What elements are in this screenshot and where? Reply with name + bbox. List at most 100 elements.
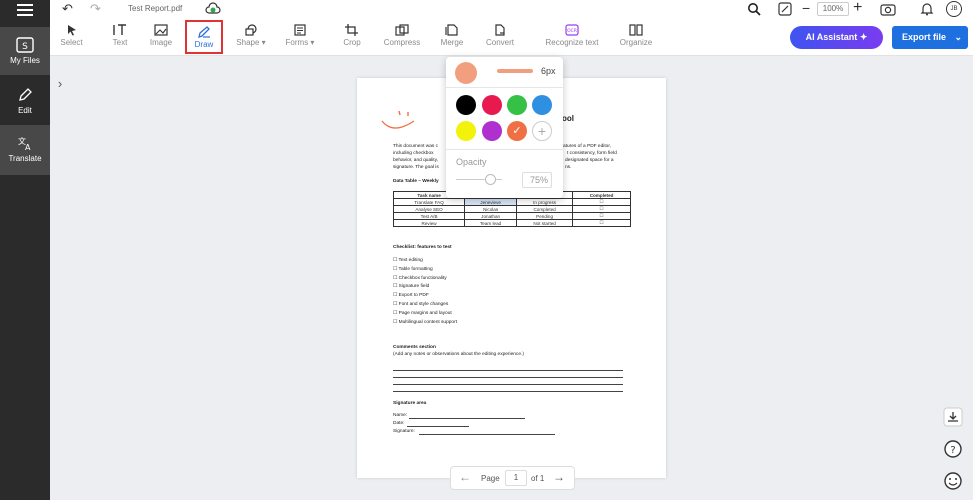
sparkle-icon: ✦ [859, 32, 868, 42]
intro-line: atures of a PDF editor, [563, 144, 611, 149]
export-label: Export file [902, 32, 947, 42]
menu-icon[interactable] [17, 4, 33, 17]
doc-title-fragment: ool [562, 114, 574, 123]
avatar[interactable]: JB [946, 1, 962, 17]
download-tray-icon[interactable] [942, 406, 964, 428]
tool-crop[interactable]: Crop [338, 20, 366, 54]
tool-convert[interactable]: Convert [481, 20, 519, 54]
chevron-down-icon: ▾ [308, 38, 315, 47]
sidebar-item-my-files[interactable]: S My Files [0, 27, 50, 75]
checklist-item[interactable]: ☐ Page margins and layout [393, 311, 452, 317]
selected-color-swatch[interactable] [455, 62, 477, 84]
pen-icon [19, 88, 32, 101]
tool-label: Crop [343, 38, 361, 47]
tool-merge[interactable]: Merge [437, 20, 467, 54]
comments-title: Comments section [393, 345, 436, 350]
table-row: Review Team lead Not started ☐ [392, 219, 631, 227]
feedback-icon[interactable] [942, 470, 964, 492]
checklist-item[interactable]: ☐ Checkbox functionality [393, 276, 447, 282]
table-row: Translate FAQ Jenevieve In progress ☐ [392, 198, 631, 206]
undo-icon[interactable]: ↶ [62, 1, 73, 17]
cursor-icon [67, 25, 76, 36]
stroke-width-preview [497, 69, 533, 73]
tool-text[interactable]: Text [105, 20, 135, 54]
file-name[interactable]: Test Report.pdf [128, 4, 182, 13]
intro-line: designated space for a [565, 158, 614, 163]
prev-page-icon[interactable]: ← [459, 470, 471, 484]
tool-organize[interactable]: Organize [616, 20, 656, 54]
organize-icon [629, 24, 643, 36]
tool-forms[interactable]: Forms ▾ [280, 20, 320, 54]
chevron-down-icon: ▾ [259, 38, 266, 47]
redo-icon[interactable]: ↷ [90, 1, 101, 17]
comment-line [393, 391, 623, 392]
tool-recognize-text[interactable]: OCR Recognize text [543, 20, 601, 54]
help-icon[interactable]: ? [942, 438, 964, 460]
left-sidebar: S My Files Edit 文A Translate [0, 0, 50, 500]
translate-icon: 文A [18, 136, 31, 151]
tool-label: Compress [383, 38, 421, 47]
checklist-item[interactable]: ☐ Signature field [393, 284, 429, 290]
tool-draw[interactable]: Draw [185, 20, 223, 54]
intro-line: behavior, and quality, [393, 158, 438, 163]
tool-label: Forms [285, 38, 309, 47]
signature-title: Signature area [393, 401, 427, 406]
tool-shape[interactable]: Shape ▾ [232, 20, 270, 54]
checklist-item[interactable]: ☐ Text editing [393, 258, 423, 264]
checklist-item[interactable]: ☐ Multilingual content support [393, 320, 457, 326]
page-input[interactable]: 1 [505, 470, 527, 486]
search-icon[interactable] [747, 2, 761, 16]
fit-page-icon[interactable] [778, 2, 792, 16]
stroke-width-value[interactable]: 6px [541, 66, 556, 76]
tool-label: Text [112, 38, 128, 47]
zoom-out-button[interactable]: − [802, 0, 810, 16]
name-label: Name: [393, 413, 408, 418]
zoom-level[interactable]: 100% [817, 2, 849, 16]
checklist-item[interactable]: ☐ Export to PDF [393, 293, 429, 299]
date-label: Date: [393, 421, 405, 426]
color-blue[interactable] [532, 95, 552, 115]
checklist-item[interactable]: ☐ Table formatting [393, 267, 433, 273]
camera-icon[interactable] [880, 2, 896, 16]
table-header: Completed [572, 191, 631, 199]
checklist-item[interactable]: ☐ Font and style changes [393, 302, 448, 308]
color-black[interactable] [456, 95, 476, 115]
sidebar-item-translate[interactable]: 文A Translate [0, 125, 50, 175]
tool-label: Shape [236, 38, 260, 47]
sidebar-item-edit[interactable]: Edit [0, 77, 50, 125]
draw-settings-popup: 6px ✓ + Opacity 75% [446, 57, 563, 198]
tool-image[interactable]: Image [146, 20, 176, 54]
panel-expand-chevron-icon[interactable]: › [50, 73, 70, 95]
merge-icon [445, 24, 458, 36]
date-line [407, 426, 469, 427]
tool-label: Draw [194, 40, 214, 49]
opacity-slider-handle[interactable] [485, 174, 496, 185]
svg-text:A: A [25, 143, 31, 151]
chevron-down-icon: ⌄ [954, 32, 962, 42]
intro-line: This document was c [393, 144, 439, 149]
image-icon [154, 24, 168, 36]
tool-label: Recognize text [545, 38, 599, 47]
signature-line [419, 434, 555, 435]
color-red[interactable] [482, 95, 502, 115]
opacity-value[interactable]: 75% [522, 172, 552, 188]
ai-assistant-button[interactable]: AI Assistant ✦ [790, 26, 883, 49]
shape-icon [245, 24, 257, 36]
title-bar: ↶ ↷ Test Report.pdf − 100% + JB [50, 0, 973, 18]
tool-select[interactable]: Select [55, 20, 88, 54]
bell-icon[interactable] [920, 2, 934, 16]
next-page-icon[interactable]: → [553, 470, 565, 484]
comment-line [393, 370, 623, 371]
plus-icon: + [537, 123, 547, 139]
table-row: Test A/B Jonathan Pending ☐ [392, 212, 631, 220]
export-file-button[interactable]: Export file ⌄ [892, 26, 968, 49]
add-color-button[interactable]: + [532, 121, 552, 141]
color-green[interactable] [507, 95, 527, 115]
tool-label: Organize [619, 38, 653, 47]
zoom-in-button[interactable]: + [853, 0, 862, 17]
color-purple[interactable] [482, 121, 502, 141]
table-title: Data Table – Weekly [393, 179, 439, 184]
color-yellow[interactable] [456, 121, 476, 141]
color-orange-selected[interactable]: ✓ [507, 121, 527, 141]
tool-compress[interactable]: Compress [380, 20, 424, 54]
